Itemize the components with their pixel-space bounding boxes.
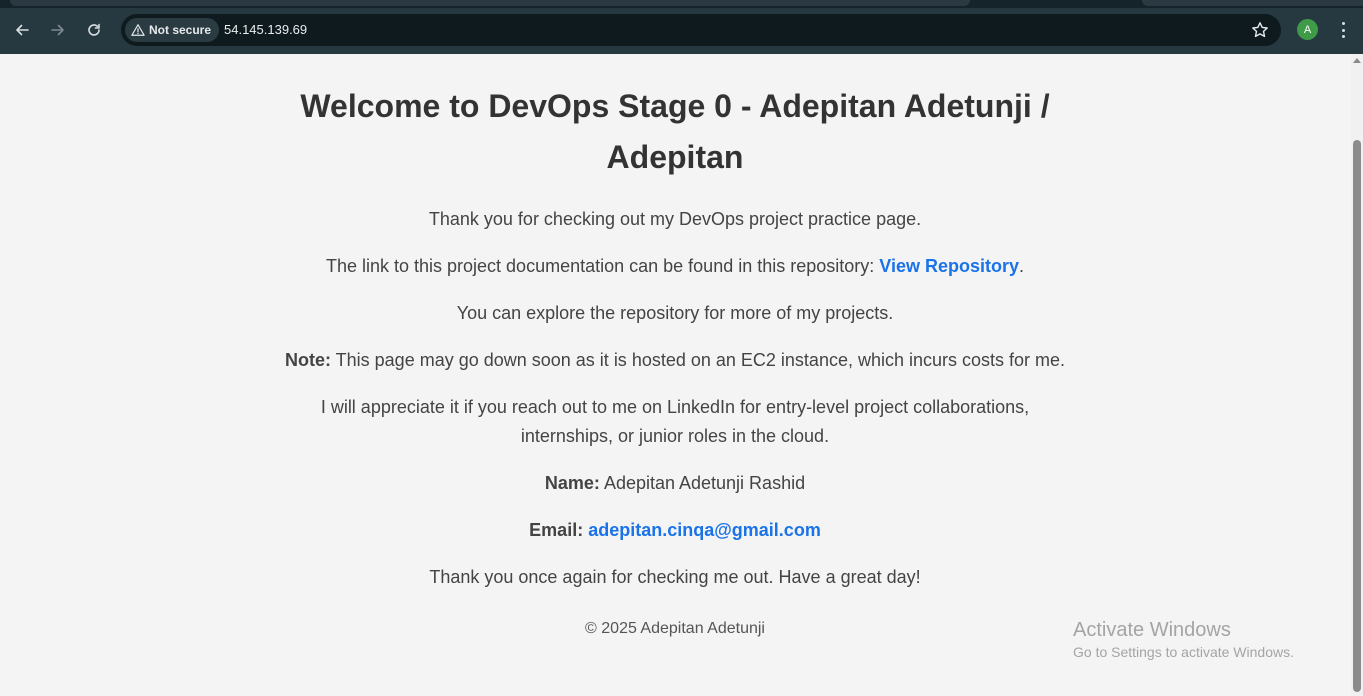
repo-suffix: .: [1019, 256, 1025, 276]
appreciate-text: I will appreciate it if you reach out to…: [320, 397, 1030, 446]
page-viewport: Welcome to DevOps Stage 0 - Adepitan Ade…: [0, 54, 1351, 696]
back-button[interactable]: [8, 16, 36, 44]
note-text: This page may go down soon as it is host…: [335, 350, 1066, 370]
warning-triangle-icon: [131, 24, 145, 36]
profile-avatar[interactable]: A: [1297, 19, 1318, 40]
star-icon[interactable]: [1251, 21, 1269, 39]
page-title: Welcome to DevOps Stage 0 - Adepitan Ade…: [300, 88, 1050, 175]
kebab-menu-icon[interactable]: [1335, 20, 1351, 40]
browser-tab[interactable]: [10, 0, 970, 6]
closing-text: Thank you once again for checking me out…: [429, 567, 921, 587]
name-paragraph: Name: Adepitan Adetunji Rashid: [270, 469, 1080, 498]
scroll-up-arrow-icon[interactable]: [1353, 58, 1361, 63]
browser-tab-secondary[interactable]: [1142, 0, 1363, 6]
note-label: Note:: [284, 350, 331, 370]
url-text[interactable]: 54.145.139.69: [224, 22, 307, 37]
watermark-title: Activate Windows: [1073, 619, 1231, 641]
main-content: Welcome to DevOps Stage 0 - Adepitan Ade…: [270, 81, 1080, 610]
address-bar[interactable]: Not secure 54.145.139.69: [121, 14, 1281, 46]
email-paragraph: Email: adepitan.cinqa@gmail.com: [270, 516, 1080, 545]
email-label: Email:: [529, 520, 584, 540]
explore-text: You can explore the repository for more …: [456, 303, 894, 323]
browser-toolbar: Not secure 54.145.139.69 A: [0, 8, 1363, 54]
watermark-subtitle: Go to Settings to activate Windows.: [1073, 644, 1294, 660]
reload-icon: [88, 23, 100, 36]
name-label: Name:: [544, 473, 600, 493]
view-repository-link[interactable]: View Repository: [879, 256, 1019, 276]
forward-arrow-icon: [51, 24, 64, 36]
note-paragraph: Note: This page may go down soon as it i…: [270, 346, 1080, 375]
reload-button[interactable]: [80, 16, 108, 44]
tab-strip: [0, 0, 1363, 8]
scrollbar-thumb[interactable]: [1353, 140, 1361, 692]
repo-paragraph: The link to this project documentation c…: [270, 252, 1080, 281]
activate-windows-watermark: Activate Windows Go to Settings to activ…: [1073, 619, 1294, 663]
repo-text: The link to this project documentation c…: [325, 256, 875, 276]
security-chip[interactable]: Not secure: [125, 18, 220, 42]
forward-button[interactable]: [44, 16, 72, 44]
footer-copyright: © 2025 Adepitan Adetunji: [585, 620, 765, 637]
back-arrow-icon: [16, 24, 29, 36]
name-value: Adepitan Adetunji Rashid: [603, 473, 806, 493]
vertical-scrollbar[interactable]: [1351, 54, 1363, 696]
email-link[interactable]: adepitan.cinqa@gmail.com: [588, 520, 821, 540]
security-chip-label: Not secure: [149, 23, 212, 37]
intro-text: Thank you for checking out my DevOps pro…: [428, 209, 922, 229]
